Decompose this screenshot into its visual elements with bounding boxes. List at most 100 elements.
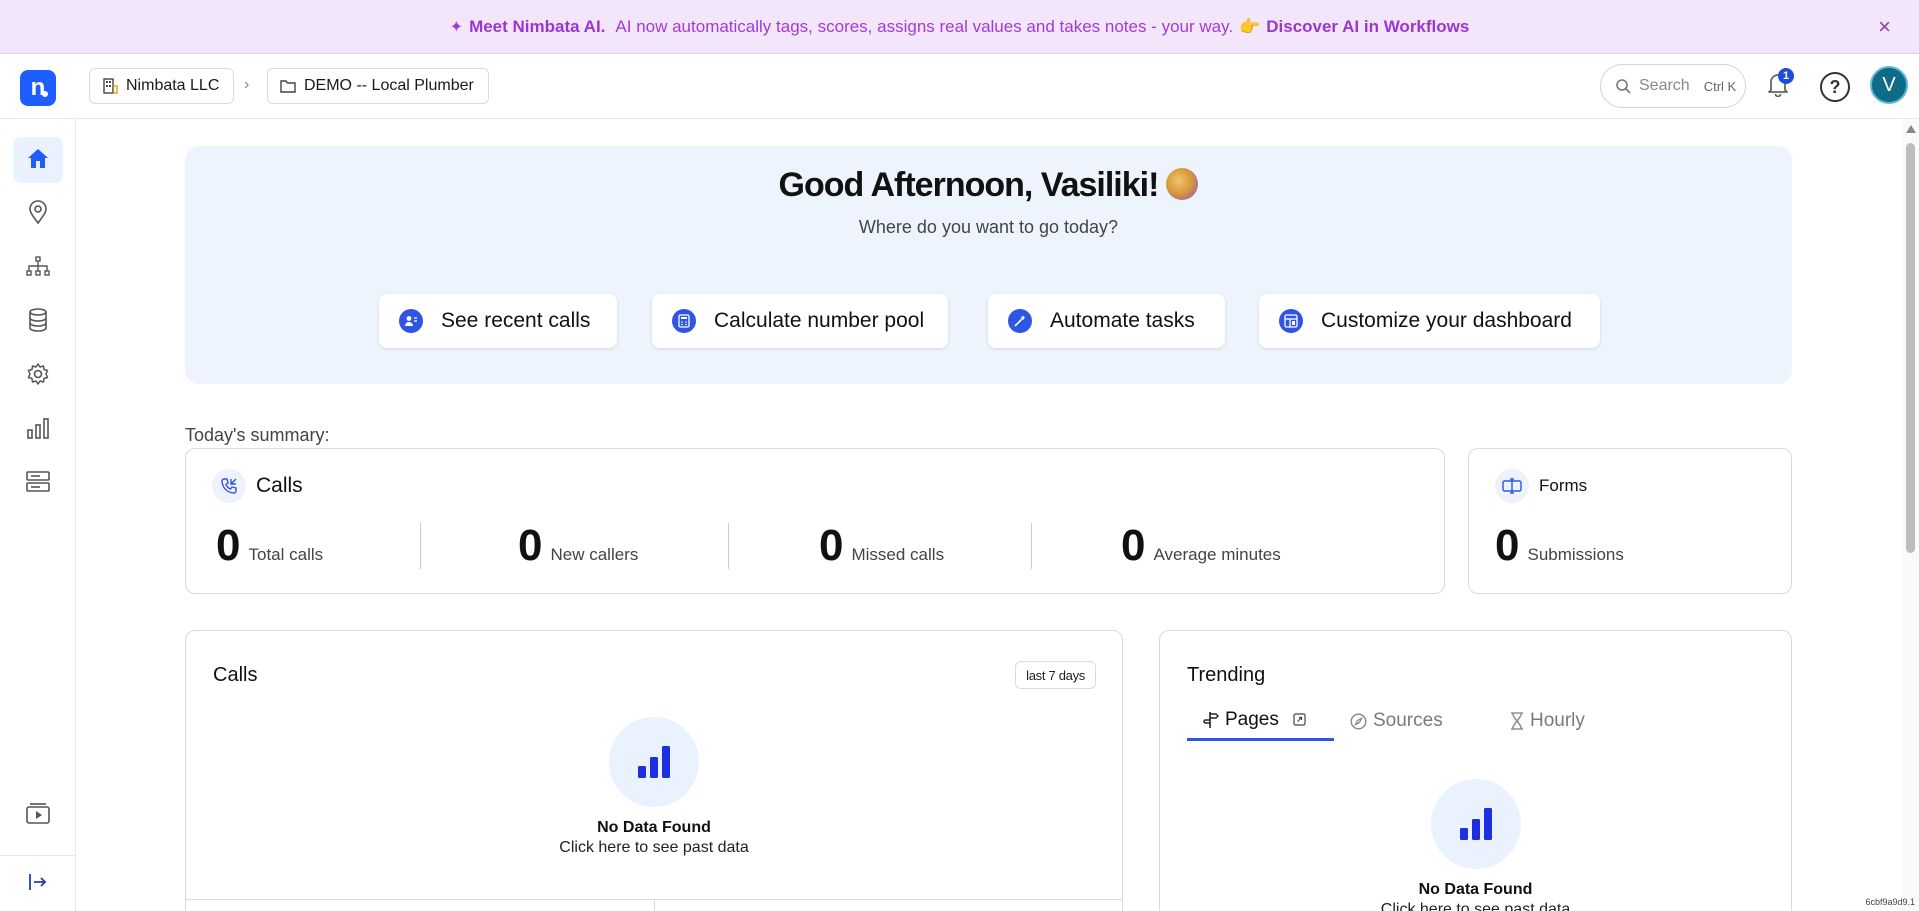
stat-submissions: 0 Submissions bbox=[1495, 521, 1624, 571]
logo-dot bbox=[42, 91, 48, 97]
calculate-number-pool-label: Calculate number pool bbox=[714, 309, 925, 332]
see-past-data-link[interactable]: Click here to see past data bbox=[186, 839, 1122, 857]
sidebar-item-home[interactable] bbox=[13, 137, 63, 183]
scroll-thumb[interactable] bbox=[1906, 143, 1915, 553]
sidebar-divider bbox=[0, 855, 76, 856]
compass-icon bbox=[1350, 712, 1367, 730]
breadcrumb-account[interactable]: DEMO -- Local Plumber bbox=[267, 68, 489, 104]
breadcrumb-company[interactable]: Nimbata LLC bbox=[89, 68, 235, 104]
tab-pages-label: Pages bbox=[1225, 708, 1279, 730]
bar-chart-icon bbox=[27, 417, 49, 444]
tab-hourly[interactable]: Hourly bbox=[1494, 701, 1634, 741]
stat-divider bbox=[1031, 523, 1032, 569]
forms-summary-card: Forms 0 Submissions bbox=[1468, 448, 1792, 594]
stat-new-callers: 0 New callers bbox=[518, 521, 638, 571]
trending-tabs: Pages Sources Hourly bbox=[1187, 701, 1634, 741]
sidebar-item-hierarchy[interactable] bbox=[13, 245, 63, 291]
tab-hourly-label: Hourly bbox=[1530, 710, 1585, 731]
sidebar-item-reports[interactable] bbox=[13, 407, 63, 453]
help-button[interactable]: ? bbox=[1820, 72, 1850, 102]
search-shortcut: Ctrl K bbox=[1703, 78, 1737, 94]
customize-dashboard-button[interactable]: Customize your dashboard bbox=[1259, 294, 1600, 348]
breadcrumb-account-label: DEMO -- Local Plumber bbox=[304, 77, 474, 94]
greeting-text: Good Afternoon, Vasiliki! bbox=[778, 166, 1160, 204]
sidebar-expand-button[interactable] bbox=[13, 861, 63, 907]
trending-title: Trending bbox=[1187, 664, 1266, 686]
chevron-right-icon: › bbox=[244, 76, 250, 93]
automate-tasks-button[interactable]: Automate tasks bbox=[988, 294, 1225, 348]
stat-value: 0 bbox=[216, 521, 241, 570]
search-input[interactable]: Search Ctrl K bbox=[1600, 64, 1746, 108]
avatar[interactable]: V bbox=[1870, 66, 1908, 104]
chart-footer-split bbox=[654, 899, 655, 911]
sidebar-item-tutorials[interactable] bbox=[13, 792, 63, 838]
empty-title: No Data Found bbox=[1418, 881, 1533, 898]
scroll-up-icon[interactable] bbox=[1906, 125, 1916, 133]
form-icon bbox=[1495, 469, 1529, 503]
pointing-hand-icon: 👉 bbox=[1239, 16, 1261, 36]
calculate-number-pool-button[interactable]: Calculate number pool bbox=[652, 294, 948, 348]
stat-divider bbox=[420, 523, 421, 569]
stat-value: 0 bbox=[819, 521, 844, 570]
tab-sources-label: Sources bbox=[1373, 710, 1443, 731]
hourglass-icon bbox=[1510, 712, 1524, 730]
notifications-button[interactable]: 1 bbox=[1762, 68, 1794, 102]
search-placeholder: Search bbox=[1639, 77, 1690, 94]
see-recent-calls-button[interactable]: See recent calls bbox=[379, 294, 617, 348]
forms-summary-header: Forms bbox=[1495, 469, 1587, 503]
breadcrumb-company-label: Nimbata LLC bbox=[126, 77, 220, 94]
sidebar-item-locations[interactable] bbox=[13, 191, 63, 237]
calculator-icon bbox=[672, 309, 696, 333]
top-header: n Nimbata LLC › DEMO -- Local Plumber Se… bbox=[0, 54, 1919, 119]
sidebar bbox=[0, 119, 76, 911]
sidebar-item-data[interactable] bbox=[13, 299, 63, 345]
stat-value: 0 bbox=[1495, 521, 1520, 570]
stat-label: Missed calls bbox=[851, 545, 945, 564]
map-pin-icon bbox=[28, 199, 48, 229]
calls-empty-state[interactable]: No Data Found Click here to see past dat… bbox=[186, 717, 1122, 857]
stat-label: New callers bbox=[550, 545, 639, 564]
greeting-panel: Good Afternoon, Vasiliki! Where do you w… bbox=[185, 146, 1792, 384]
stat-divider bbox=[728, 523, 729, 569]
banner-link[interactable]: Discover AI in Workflows bbox=[1266, 17, 1469, 37]
forms-summary-title: Forms bbox=[1539, 476, 1588, 495]
close-icon[interactable]: × bbox=[1878, 14, 1891, 40]
logo-letter: n bbox=[30, 74, 46, 101]
search-icon bbox=[1615, 78, 1631, 94]
external-link-icon[interactable] bbox=[1293, 713, 1306, 726]
calls-chart-card: Calls last 7 days No Data Found Click he… bbox=[185, 630, 1123, 911]
moon-icon bbox=[1166, 168, 1199, 200]
sidebar-item-settings[interactable] bbox=[13, 353, 63, 399]
tab-pages[interactable]: Pages bbox=[1187, 701, 1334, 741]
tab-sources[interactable]: Sources bbox=[1334, 701, 1494, 741]
bar-chart-icon bbox=[609, 717, 699, 807]
calls-summary-card: Calls 0 Total calls 0 New callers 0 Miss… bbox=[185, 448, 1445, 594]
trending-empty-state[interactable]: No Data Found Click here to see past dat… bbox=[1160, 779, 1791, 911]
scrollbar[interactable] bbox=[1902, 119, 1919, 911]
contact-icon bbox=[399, 309, 423, 333]
home-icon bbox=[26, 147, 50, 174]
empty-title: No Data Found bbox=[597, 819, 711, 836]
stat-label: Average minutes bbox=[1153, 545, 1281, 564]
phone-incoming-icon bbox=[212, 469, 246, 503]
gear-icon bbox=[26, 362, 50, 391]
see-past-data-link[interactable]: Click here to see past data bbox=[1160, 901, 1791, 911]
layout-icon bbox=[1279, 309, 1303, 333]
stat-label: Submissions bbox=[1527, 545, 1624, 564]
greeting-title: Good Afternoon, Vasiliki! bbox=[185, 166, 1792, 205]
database-icon bbox=[28, 307, 48, 337]
calls-summary-header: Calls bbox=[212, 469, 303, 503]
magic-wand-icon bbox=[1008, 309, 1032, 333]
date-range-selector[interactable]: last 7 days bbox=[1015, 661, 1096, 689]
nimbata-logo[interactable]: n bbox=[20, 70, 56, 106]
sidebar-item-integrations[interactable] bbox=[13, 461, 63, 507]
trending-card: Trending Pages Sources Hourly No Data Fo… bbox=[1159, 630, 1792, 911]
sitemap-icon bbox=[26, 255, 50, 281]
stat-total-calls: 0 Total calls bbox=[216, 521, 323, 571]
video-icon bbox=[26, 802, 50, 829]
stat-value: 0 bbox=[518, 521, 543, 570]
see-recent-calls-label: See recent calls bbox=[441, 309, 591, 332]
sparkle-icon: ✦ bbox=[449, 18, 464, 36]
notification-badge: 1 bbox=[1778, 68, 1794, 84]
banner-text: AI now automatically tags, scores, assig… bbox=[615, 16, 1234, 36]
